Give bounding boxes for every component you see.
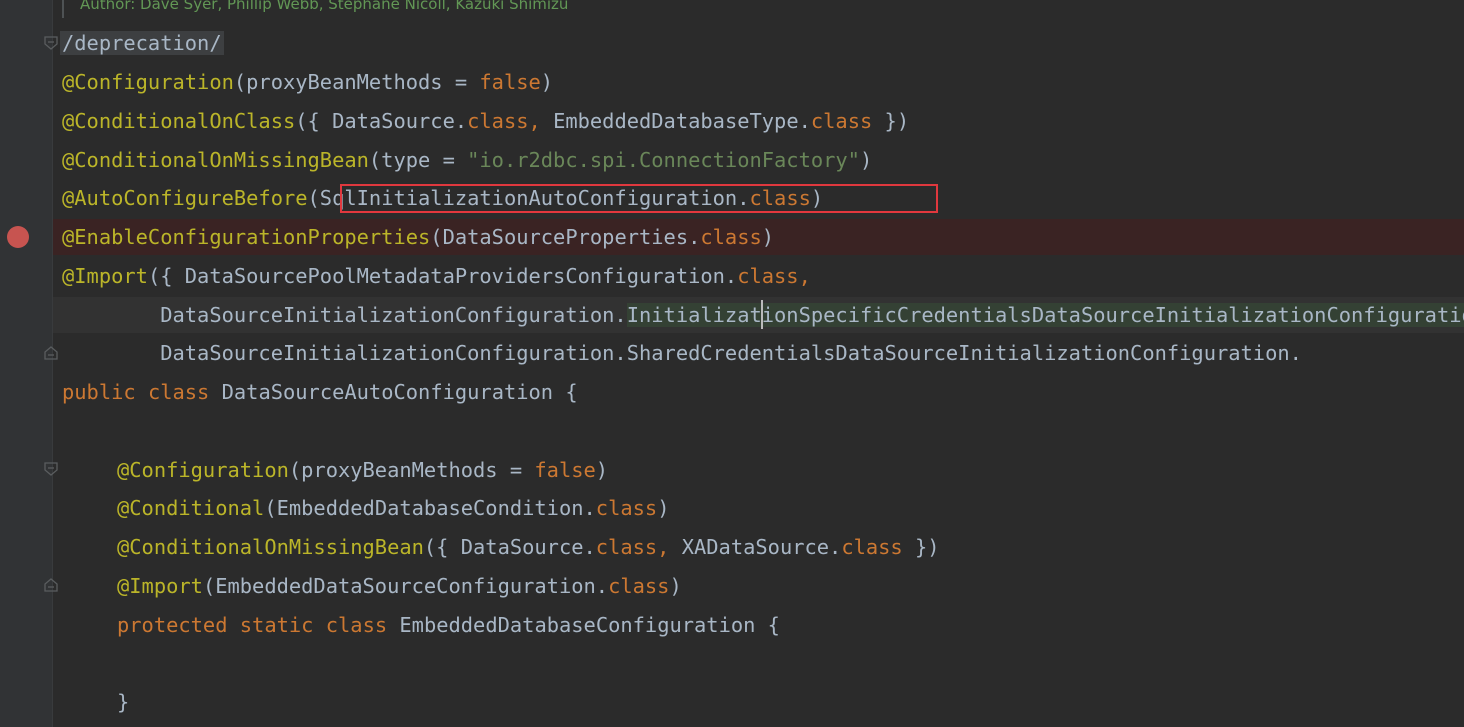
code-text: (DataSourceProperties. bbox=[430, 225, 701, 249]
code-text: ) bbox=[761, 225, 775, 249]
annotation: @Import bbox=[117, 574, 203, 598]
code-editor[interactable]: Author: Dave Syer, Phillip Webb, Stephan… bbox=[0, 0, 1464, 727]
code-line-import-shared[interactable]: DataSourceInitializationConfiguration.Sh… bbox=[62, 336, 1302, 370]
code-line-closing-brace[interactable]: } bbox=[117, 685, 129, 719]
keyword: class bbox=[608, 574, 670, 598]
annotation: @Configuration bbox=[62, 70, 234, 94]
keyword: class, bbox=[467, 109, 541, 133]
keyword: static bbox=[239, 613, 314, 637]
code-line-conditional-on-missing-bean[interactable]: @ConditionalOnMissingBean(type = "io.r2d… bbox=[62, 143, 872, 177]
code-line-conditional-on-class[interactable]: @ConditionalOnClass({ DataSource.class, … bbox=[62, 104, 909, 138]
code-text: }) bbox=[902, 535, 940, 559]
keyword: class bbox=[841, 535, 903, 559]
code-text: (EmbeddedDatabaseCondition. bbox=[264, 496, 596, 520]
keyword: class, bbox=[595, 535, 670, 559]
string-literal: "io.r2dbc.spi.ConnectionFactory" bbox=[467, 148, 860, 172]
keyword: class bbox=[810, 109, 873, 133]
code-line-inner-import[interactable]: @Import(EmbeddedDataSourceConfiguration.… bbox=[117, 569, 682, 603]
gutter-separator bbox=[52, 0, 53, 727]
doc-comment-bar bbox=[62, 0, 64, 18]
breakpoint-icon[interactable] bbox=[7, 226, 29, 248]
code-text: (type = bbox=[368, 148, 468, 172]
code-text: (proxyBeanMethods = bbox=[233, 70, 480, 94]
code-line-deprecation[interactable]: /deprecation/ bbox=[60, 26, 224, 60]
keyword: class bbox=[325, 613, 388, 637]
fold-icon[interactable] bbox=[44, 36, 58, 50]
code-line-import-specific[interactable]: DataSourceInitializationConfiguration.In… bbox=[62, 298, 1464, 332]
deprecation-folded-comment[interactable]: /deprecation/ bbox=[60, 31, 224, 55]
code-line-configuration[interactable]: @Configuration(proxyBeanMethods = false) bbox=[62, 65, 553, 99]
code-text: DataSourceInitializationConfiguration. bbox=[62, 303, 627, 327]
code-line-conditional[interactable]: @Conditional(EmbeddedDatabaseCondition.c… bbox=[117, 491, 669, 525]
keyword: class bbox=[595, 496, 658, 520]
keyword: public bbox=[62, 380, 136, 404]
keyword: class bbox=[147, 380, 210, 404]
code-line-inner-configuration[interactable]: @Configuration(proxyBeanMethods = false) bbox=[117, 453, 608, 487]
annotation: @EnableConfigurationProperties bbox=[62, 225, 431, 249]
keyword: class bbox=[700, 225, 762, 249]
annotation: @ConditionalOnMissingBean bbox=[117, 535, 424, 559]
keyword: false bbox=[479, 70, 541, 94]
code-text: ) bbox=[657, 496, 670, 520]
code-line-import[interactable]: @Import({ DataSourcePoolMetadataProvider… bbox=[62, 259, 811, 293]
annotation: @AutoConfigureBefore bbox=[62, 186, 308, 210]
code-text: DataSourceAutoConfiguration { bbox=[209, 380, 578, 404]
code-text: ) bbox=[540, 70, 554, 94]
code-text: ) bbox=[859, 148, 873, 172]
annotation: @ConditionalOnClass bbox=[62, 109, 296, 133]
fold-icon[interactable] bbox=[44, 462, 58, 476]
code-line-inner-class-declaration[interactable]: protected static class EmbeddedDatabaseC… bbox=[117, 608, 780, 642]
code-text: }) bbox=[872, 109, 910, 133]
annotation: @Configuration bbox=[117, 458, 289, 482]
code-line-class-declaration[interactable]: public class DataSourceAutoConfiguration… bbox=[62, 375, 578, 409]
highlight-box bbox=[340, 184, 938, 213]
code-text: XADataSource. bbox=[669, 535, 842, 559]
doc-comment-author: Author: Dave Syer, Phillip Webb, Stephan… bbox=[80, 0, 569, 13]
code-line-inner-conditional-on-missing-bean[interactable]: @ConditionalOnMissingBean({ DataSource.c… bbox=[117, 530, 940, 564]
code-text: } bbox=[117, 690, 130, 714]
text-caret bbox=[761, 300, 763, 329]
keyword: class, bbox=[737, 264, 811, 288]
annotation: @ConditionalOnMissingBean bbox=[62, 148, 369, 172]
code-text: (EmbeddedDataSourceConfiguration. bbox=[202, 574, 609, 598]
code-text: SharedCredentialsDataSourceInitializatio… bbox=[626, 341, 1302, 365]
code-line-enable-configuration-properties[interactable]: @EnableConfigurationProperties(DataSourc… bbox=[62, 220, 774, 254]
fold-icon[interactable] bbox=[44, 578, 58, 592]
code-text: DataSourceInitializationConfiguration. bbox=[62, 341, 627, 365]
code-text: ({ DataSource. bbox=[295, 109, 468, 133]
highlighted-identifier: InitializationSpecificCredentialsDataSou… bbox=[626, 303, 1464, 327]
keyword: protected bbox=[117, 613, 228, 637]
keyword: false bbox=[534, 458, 596, 482]
code-text: EmbeddedDatabaseType. bbox=[540, 109, 811, 133]
code-text: ) bbox=[595, 458, 609, 482]
code-text: ({ DataSource. bbox=[423, 535, 596, 559]
code-text: ({ DataSourcePoolMetadataProvidersConfig… bbox=[147, 264, 738, 288]
code-text: ) bbox=[669, 574, 682, 598]
code-text: EmbeddedDatabaseConfiguration { bbox=[387, 613, 780, 637]
annotation: @Conditional bbox=[117, 496, 265, 520]
code-text: (proxyBeanMethods = bbox=[288, 458, 535, 482]
fold-icon[interactable] bbox=[44, 346, 58, 360]
editor-gutter[interactable] bbox=[0, 0, 52, 727]
annotation: @Import bbox=[62, 264, 148, 288]
